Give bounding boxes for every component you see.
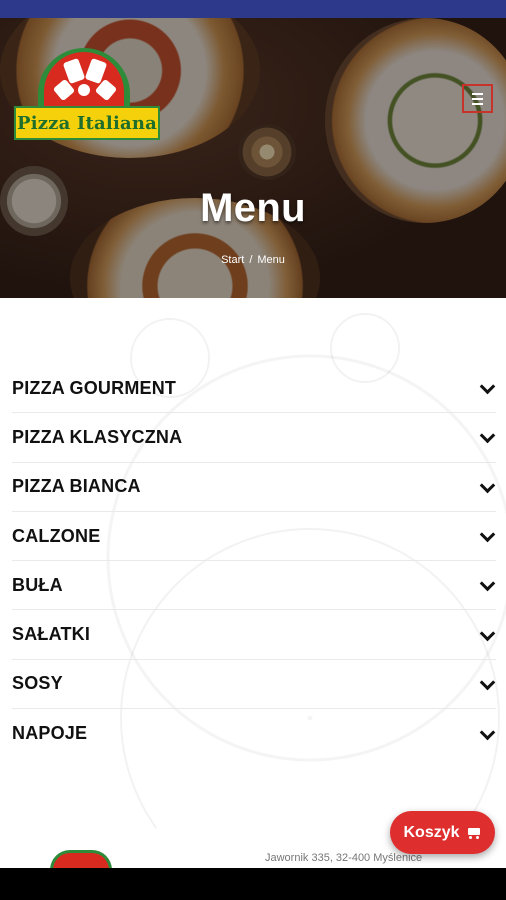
footer-logo[interactable] (50, 850, 112, 870)
breadcrumb-current: Menu (257, 254, 285, 266)
breadcrumb-home-link[interactable]: Start (221, 254, 244, 266)
logo-banner: Pizza Italiana (14, 106, 160, 140)
category-pizza-bianca[interactable]: PIZZA BIANCA (12, 463, 496, 512)
footer-address: Jawornik 335, 32-400 Myślenice (265, 852, 423, 864)
page: Pizza Italiana Menu Start / Menu PIZZA GOU… (0, 0, 506, 900)
category-calzone[interactable]: CALZONE (12, 512, 496, 562)
category-label: PIZZA BIANCA (12, 476, 141, 497)
category-pizza-klasyczna[interactable]: PIZZA KLASYCZNA (12, 413, 496, 463)
chevron-down-icon (478, 725, 496, 743)
chevron-down-icon (478, 675, 496, 693)
chevron-down-icon (478, 379, 496, 397)
status-bar (0, 0, 506, 18)
category-bula[interactable]: BUŁA (12, 561, 496, 611)
cart-button[interactable]: Koszyk (390, 811, 495, 854)
menu-category-list: PIZZA GOURMENT PIZZA KLASYCZNA PIZZA BIA… (12, 364, 496, 758)
menu-section: PIZZA GOURMENT PIZZA KLASYCZNA PIZZA BIA… (0, 298, 506, 900)
category-label: PIZZA GOURMENT (12, 377, 177, 398)
category-label: CALZONE (12, 525, 101, 546)
category-sosy[interactable]: SOSY (12, 660, 496, 710)
system-navigation-bar (0, 868, 506, 900)
category-pizza-gourment[interactable]: PIZZA GOURMENT (12, 364, 496, 414)
cart-label: Koszyk (403, 823, 460, 841)
category-label: SAŁATKI (12, 624, 91, 645)
category-label: PIZZA KLASYCZNA (12, 426, 183, 447)
category-napoje[interactable]: NAPOJE (12, 709, 496, 758)
hamburger-icon (472, 92, 483, 95)
category-label: SOSY (12, 673, 63, 694)
cart-icon (466, 826, 482, 840)
category-label: BUŁA (12, 574, 63, 595)
page-title: Menu (200, 186, 306, 230)
breadcrumb-separator: / (249, 254, 253, 266)
hero-banner: Pizza Italiana Menu Start / Menu (0, 18, 506, 298)
chevron-down-icon (478, 428, 496, 446)
chevron-down-icon (478, 478, 496, 496)
logo-text: Pizza Italiana (16, 112, 158, 134)
chevron-down-icon (478, 576, 496, 594)
site-logo[interactable]: Pizza Italiana (12, 48, 160, 143)
breadcrumb: Start / Menu (0, 254, 506, 266)
category-salatki[interactable]: SAŁATKI (12, 610, 496, 660)
category-label: NAPOJE (12, 723, 88, 744)
chevron-down-icon (478, 626, 496, 644)
menu-toggle-button[interactable] (462, 84, 493, 113)
chevron-down-icon (478, 527, 496, 545)
